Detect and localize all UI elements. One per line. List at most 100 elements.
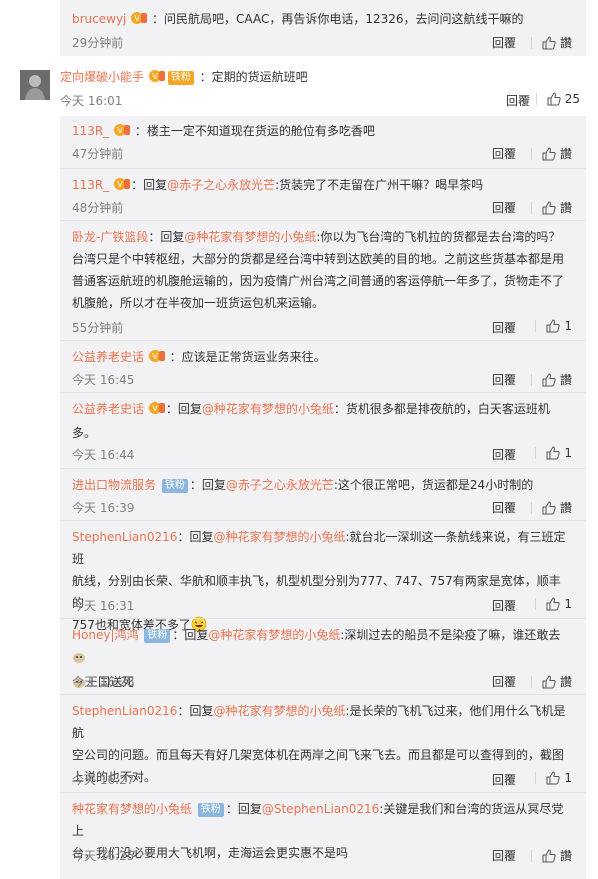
mention-link[interactable]: @赤子之心永放光芒 — [226, 478, 334, 492]
divider — [530, 201, 532, 214]
reply-text: 机腹舱，所以才在半夜加一班货运包机来运输。 — [72, 296, 325, 310]
comment-time: 今天 16:01 — [60, 94, 123, 108]
thumbs-up-icon — [546, 319, 561, 333]
reply-text: 普通客运航班的机腹舱运输的，因为疫情广州台湾之间普通的客运停航一年多了，货物走不… — [72, 274, 565, 288]
vip-badge-icon: V — [114, 176, 131, 198]
thumbs-up-icon — [546, 597, 561, 611]
mention-link[interactable]: @赤子之心永放光芒 — [167, 178, 275, 192]
thumbs-up-icon — [546, 771, 561, 785]
reply-button[interactable]: 回覆 — [492, 597, 516, 614]
reply-text: 台湾只是个中转枢纽，大部分的货都是经台湾中转到达欧美的目的地。之前这些货基本都是… — [72, 252, 565, 266]
reply-item: brucewyj V ：问民航局吧，CAAC，再告诉你电话，12326，去问问这… — [60, 0, 586, 56]
reply-prefix: ：回复 — [165, 402, 202, 416]
mention-link[interactable]: @种花家有梦想的小兔纸 — [202, 402, 334, 416]
reply-item: Honey|鸿鸿 铁粉 ：回复@种花家有梦想的小兔纸:深圳过去的船员不是染疫了嘛，… — [60, 618, 586, 694]
like-button[interactable]: 1 — [525, 771, 572, 785]
divider — [535, 598, 537, 610]
reply-button[interactable]: 回覆 — [492, 145, 516, 162]
svg-text:V: V — [134, 14, 140, 23]
reply-button[interactable]: 回覆 — [492, 446, 516, 463]
reply-time: 今天 16:27 — [72, 773, 135, 787]
divider — [530, 373, 532, 386]
thumbs-up-icon — [542, 146, 556, 161]
like-button[interactable]: 讚 — [521, 145, 572, 162]
svg-text:V: V — [117, 126, 123, 135]
reply-prefix: ：回复 — [189, 478, 226, 492]
reply-button[interactable]: 回覆 — [492, 673, 516, 690]
like-label: 讚 — [559, 147, 572, 161]
svg-text:V: V — [152, 352, 158, 361]
reply-user[interactable]: 113R_ — [72, 124, 109, 138]
thumbs-up-icon — [546, 446, 561, 460]
reply-user[interactable]: 种花家有梦想的小兔纸 — [72, 802, 192, 816]
reply-time: 47分钟前 — [72, 147, 124, 161]
like-button[interactable]: 讚 — [521, 371, 572, 388]
like-button[interactable]: 讚 — [521, 199, 572, 216]
reply-time: 55分钟前 — [72, 321, 124, 335]
reply-button[interactable]: 回覆 — [492, 34, 516, 51]
like-button[interactable]: 1 — [525, 319, 572, 333]
reply-button[interactable]: 回覆 — [492, 199, 516, 216]
like-label: 讚 — [559, 201, 572, 215]
mention-link[interactable]: @种花家有梦想的小兔纸 — [208, 628, 340, 642]
reply-button[interactable]: 回覆 — [492, 771, 516, 788]
like-count: 1 — [564, 597, 572, 611]
like-count: 1 — [564, 319, 572, 333]
reply-time: 今天 16:25 — [72, 849, 135, 863]
reply-user[interactable]: StephenLian0216 — [72, 530, 177, 544]
mention-link[interactable]: @StephenLian0216 — [262, 802, 379, 816]
reply-prefix: ：回复 — [148, 230, 185, 244]
vip-badge-icon: V — [148, 348, 165, 370]
like-button[interactable]: 1 — [525, 446, 572, 460]
like-button[interactable]: 1 — [525, 597, 572, 611]
vip-badge-icon: V — [131, 10, 148, 32]
reply-item: 公益养老史话 V ：回复@种花家有梦想的小兔纸：货机很多都是排夜航的，白天客运班机… — [60, 392, 586, 468]
svg-text:V: V — [152, 404, 158, 413]
divider — [535, 320, 537, 332]
reply-user[interactable]: 进出口物流服务 — [72, 478, 156, 492]
thumbs-up-icon — [542, 35, 556, 50]
svg-text:V: V — [117, 180, 123, 189]
like-button[interactable]: 讚 — [521, 34, 572, 51]
mention-link[interactable]: @种花家有梦想的小兔纸 — [184, 230, 316, 244]
mention-link[interactable]: @种花家有梦想的小兔纸 — [213, 530, 345, 544]
reply-user[interactable]: StephenLian0216 — [72, 704, 177, 718]
reply-user[interactable]: Honey|鸿鸿 — [72, 628, 139, 642]
reply-text: :你以为飞台湾的飞机拉的货都是去台湾的吗？ — [316, 230, 561, 244]
reply-item: StephenLian0216：回复@种花家有梦想的小兔纸:就台北一深圳这一条航… — [60, 520, 586, 632]
reply-time: 今天 16:39 — [72, 501, 135, 515]
reply-user[interactable]: 公益养老史话 — [72, 350, 144, 364]
reply-user[interactable]: 公益养老史话 — [72, 402, 144, 416]
divider — [530, 36, 532, 49]
reply-button[interactable]: 回覆 — [492, 319, 516, 336]
thumbs-up-icon — [542, 372, 556, 387]
reply-button[interactable]: 回覆 — [492, 499, 516, 516]
mention-link[interactable]: @种花家有梦想的小兔纸 — [213, 704, 345, 718]
reply-button[interactable]: 回覆 — [492, 847, 516, 864]
reply-item: StephenLian0216：回复@种花家有梦想的小兔纸:是长荣的飞机飞过来，… — [60, 694, 586, 792]
divider — [535, 772, 537, 784]
reply-text: 空公司的问题。而且每天有好几架宽体机在两岸之间飞来飞去。而且都是可以查得到的，截… — [72, 748, 565, 762]
like-button[interactable]: 25 — [526, 92, 580, 106]
thumbs-up-icon — [547, 92, 561, 106]
reply-time: 今天 16:45 — [72, 373, 135, 387]
reply-time: 今天 16:28 — [72, 675, 135, 689]
like-button[interactable]: 讚 — [521, 847, 572, 864]
reply-text: 多。 — [72, 426, 97, 440]
comment-text: ：定期的货运航班吧 — [199, 70, 308, 84]
reply-user[interactable]: 113R_ — [72, 178, 109, 192]
reply-button[interactable]: 回覆 — [492, 371, 516, 388]
reply-prefix: ：回复 — [177, 704, 214, 718]
reply-user[interactable]: 卧龙-广铁篮段 — [72, 230, 148, 244]
svg-text:V: V — [152, 72, 158, 81]
reply-prefix: ：回复 — [172, 628, 209, 642]
reply-item: 卧龙-广铁篮段：回复@种花家有梦想的小兔纸:你以为飞台湾的飞机拉的货都是去台湾的… — [60, 220, 586, 340]
like-button[interactable]: 讚 — [521, 499, 572, 516]
avatar[interactable] — [20, 70, 50, 100]
like-label: 讚 — [559, 849, 572, 863]
reply-time: 29分钟前 — [72, 36, 124, 50]
thumbs-up-icon — [542, 848, 556, 863]
reply-user[interactable]: brucewyj — [72, 12, 126, 26]
like-button[interactable]: 讚 — [521, 673, 572, 690]
comment-user[interactable]: 定向爆破小能手 — [60, 70, 144, 84]
